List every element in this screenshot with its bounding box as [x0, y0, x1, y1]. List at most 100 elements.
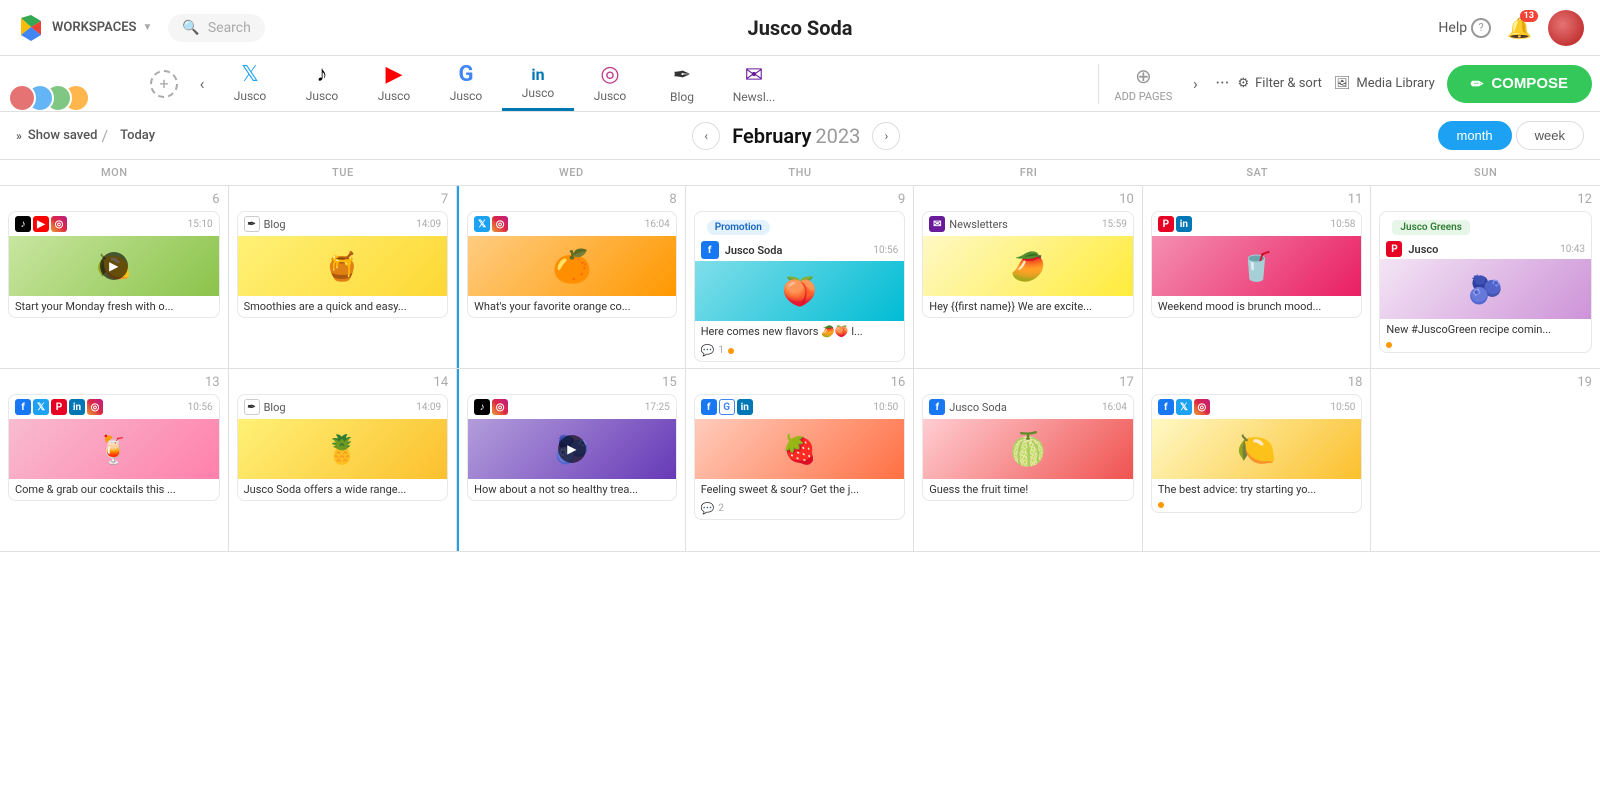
tab-newsletter[interactable]: ✉ Newsl...: [718, 56, 790, 112]
tabs-prev-arrow[interactable]: ‹: [190, 72, 214, 96]
date-19: 19: [1577, 375, 1592, 390]
post-card-tue14[interactable]: ✒ Blog 14:09 🍍 Jusco Soda offers a wide …: [237, 394, 449, 501]
blog-icon: ✒: [673, 63, 691, 88]
post-card-sun12[interactable]: Jusco Greens P Jusco 10:43 🫐 New #JuscoG…: [1379, 211, 1592, 353]
post-icons: 𝕏 ◎: [474, 216, 508, 232]
next-month-button[interactable]: ›: [872, 122, 900, 150]
media-library-button[interactable]: 🖼 Media Library: [1334, 76, 1435, 91]
tabs-next-arrow[interactable]: ›: [1183, 72, 1207, 96]
tab-twitter-label: Jusco: [234, 89, 267, 103]
month-view-button[interactable]: month: [1438, 121, 1512, 150]
help-button[interactable]: Help ?: [1438, 18, 1491, 38]
post-card-wed8[interactable]: 𝕏 ◎ 16:04 🍊 What's your favorite orange …: [467, 211, 677, 318]
post-thumbnail: 🍋 ▶: [9, 236, 219, 296]
chevron-right-icon: »: [16, 129, 22, 143]
status-dot: [728, 348, 734, 354]
tab-twitter[interactable]: 𝕏 Jusco: [214, 56, 286, 112]
date-18: 18: [1348, 375, 1363, 390]
post-time: 16:04: [645, 219, 670, 230]
newsletters-label: Newsletters: [949, 218, 1008, 231]
post-card-sat18[interactable]: f 𝕏 ◎ 10:50 🍋 The best advice: try start…: [1151, 394, 1363, 513]
search-icon: 🔍: [182, 20, 199, 36]
page-name: Jusco: [1408, 243, 1438, 256]
media-library-label: Media Library: [1356, 76, 1434, 91]
current-month: February 2023: [732, 124, 860, 148]
search-placeholder: Search: [208, 20, 251, 36]
tab-instagram[interactable]: ◎ Jusco: [574, 56, 646, 112]
day-header-wed: WED: [457, 160, 686, 185]
add-pages-button[interactable]: ⊕ ADD PAGES: [1103, 64, 1183, 103]
post-caption: What's your favorite orange co...: [468, 296, 676, 317]
tab-linkedin[interactable]: in Jusco: [502, 57, 574, 111]
tab-youtube[interactable]: ▶ Jusco: [358, 56, 430, 112]
pinterest-icon: P: [1386, 241, 1402, 257]
google-icon: G: [459, 62, 474, 87]
show-saved-button[interactable]: » Show saved: [16, 128, 97, 143]
post-card-wed15[interactable]: ♪ ◎ 17:25 🫐 ▶ How about a not so healthy…: [467, 394, 677, 501]
notifications-button[interactable]: 🔔 13: [1507, 16, 1532, 40]
post-time: 10:56: [873, 245, 898, 256]
post-time: 10:50: [1331, 402, 1356, 413]
post-card-fri10[interactable]: ✉ Newsletters 15:59 🥭 Hey {{first name}}…: [922, 211, 1134, 318]
compose-label: COMPOSE: [1491, 75, 1568, 92]
status-dot: [1386, 342, 1392, 348]
separator: /: [101, 126, 108, 145]
post-image: 🍓: [695, 419, 905, 479]
post-caption: Jusco Soda offers a wide range...: [238, 479, 448, 500]
instagram-icon: ◎: [600, 62, 619, 87]
filter-sort-button[interactable]: ⚙ Filter & sort: [1237, 76, 1321, 91]
post-time: 15:59: [1102, 219, 1127, 230]
newsletter-icon: ✉: [745, 63, 763, 88]
post-image: 🍑: [695, 261, 905, 321]
post-card-sat11[interactable]: P in 10:58 🥤 Weekend mood is brunch mood…: [1151, 211, 1363, 318]
tiktok-icon: ♪: [474, 399, 490, 415]
week-view-button[interactable]: week: [1516, 121, 1584, 150]
calendar-cell-7: 7 ✒ Blog 14:09 🍯 Smoothies are a quick a…: [229, 186, 458, 368]
post-card-fri17[interactable]: f Jusco Soda 16:04 🍈 Guess the fruit tim…: [922, 394, 1134, 501]
add-member-button[interactable]: +: [150, 70, 178, 98]
google-icon: G: [719, 399, 735, 415]
blog-label: Blog: [264, 218, 286, 231]
post-image: 🫐: [1380, 259, 1591, 319]
post-footer: 💬 1: [695, 342, 905, 361]
post-card-thu9[interactable]: Promotion f Jusco Soda 10:56 🍑 Here come…: [694, 211, 906, 362]
tab-linkedin-label: Jusco: [522, 86, 555, 100]
workspace-logo[interactable]: WORKSPACES ▼: [16, 13, 152, 43]
compose-button[interactable]: ✏ COMPOSE: [1447, 65, 1592, 103]
day-header-tue: TUE: [229, 160, 458, 185]
instagram-icon: ◎: [87, 399, 103, 415]
tab-tiktok[interactable]: ♪ Jusco: [286, 56, 358, 112]
comment-icon: 💬: [701, 344, 715, 357]
calendar-cell-18: 18 f 𝕏 ◎ 10:50 🍋 The best advice: try st…: [1143, 369, 1372, 551]
post-caption: Come & grab our cocktails this ...: [9, 479, 219, 500]
compose-icon: ✏: [1471, 75, 1484, 93]
instagram-icon: ◎: [1194, 399, 1210, 415]
post-caption: Start your Monday fresh with o...: [9, 296, 219, 317]
facebook-icon: f: [15, 399, 31, 415]
date-16: 16: [891, 375, 906, 390]
filter-icon: ⚙: [1237, 76, 1249, 91]
tab-blog[interactable]: ✒ Blog: [646, 56, 718, 112]
prev-month-button[interactable]: ‹: [692, 122, 720, 150]
today-button[interactable]: Today: [120, 128, 155, 143]
post-time: 14:09: [416, 402, 441, 413]
calendar-nav: ‹ February 2023 ›: [692, 122, 900, 150]
tab-google-label: Jusco: [450, 89, 483, 103]
twitter-icon: 𝕏: [241, 62, 259, 87]
search-bar[interactable]: 🔍 Search: [168, 14, 264, 42]
tab-instagram-label: Jusco: [594, 89, 627, 103]
post-time: 14:09: [416, 219, 441, 230]
tab-google[interactable]: G Jusco: [430, 56, 502, 112]
day-header-thu: THU: [686, 160, 915, 185]
calendar-cell-16: 16 f G in 10:50 🍓 Feeling sweet & sour? …: [686, 369, 915, 551]
youtube-icon: ▶: [386, 62, 403, 87]
post-card-tue7[interactable]: ✒ Blog 14:09 🍯 Smoothies are a quick and…: [237, 211, 449, 318]
more-options-button[interactable]: ···: [1207, 73, 1237, 94]
post-card-thu16[interactable]: f G in 10:50 🍓 Feeling sweet & sour? Get…: [694, 394, 906, 520]
user-avatar[interactable]: [1548, 10, 1584, 46]
top-right-actions: Help ? 🔔 13: [1438, 10, 1584, 46]
blog-icon: ✒: [244, 216, 260, 232]
post-card-mon6[interactable]: ♪ ▶ ◎ 15:10 🍋 ▶ Start your Monday fresh …: [8, 211, 220, 318]
post-card-mon13[interactable]: f 𝕏 P in ◎ 10:56 🍹 Come & grab our cockt…: [8, 394, 220, 501]
notification-count: 13: [1520, 10, 1538, 22]
